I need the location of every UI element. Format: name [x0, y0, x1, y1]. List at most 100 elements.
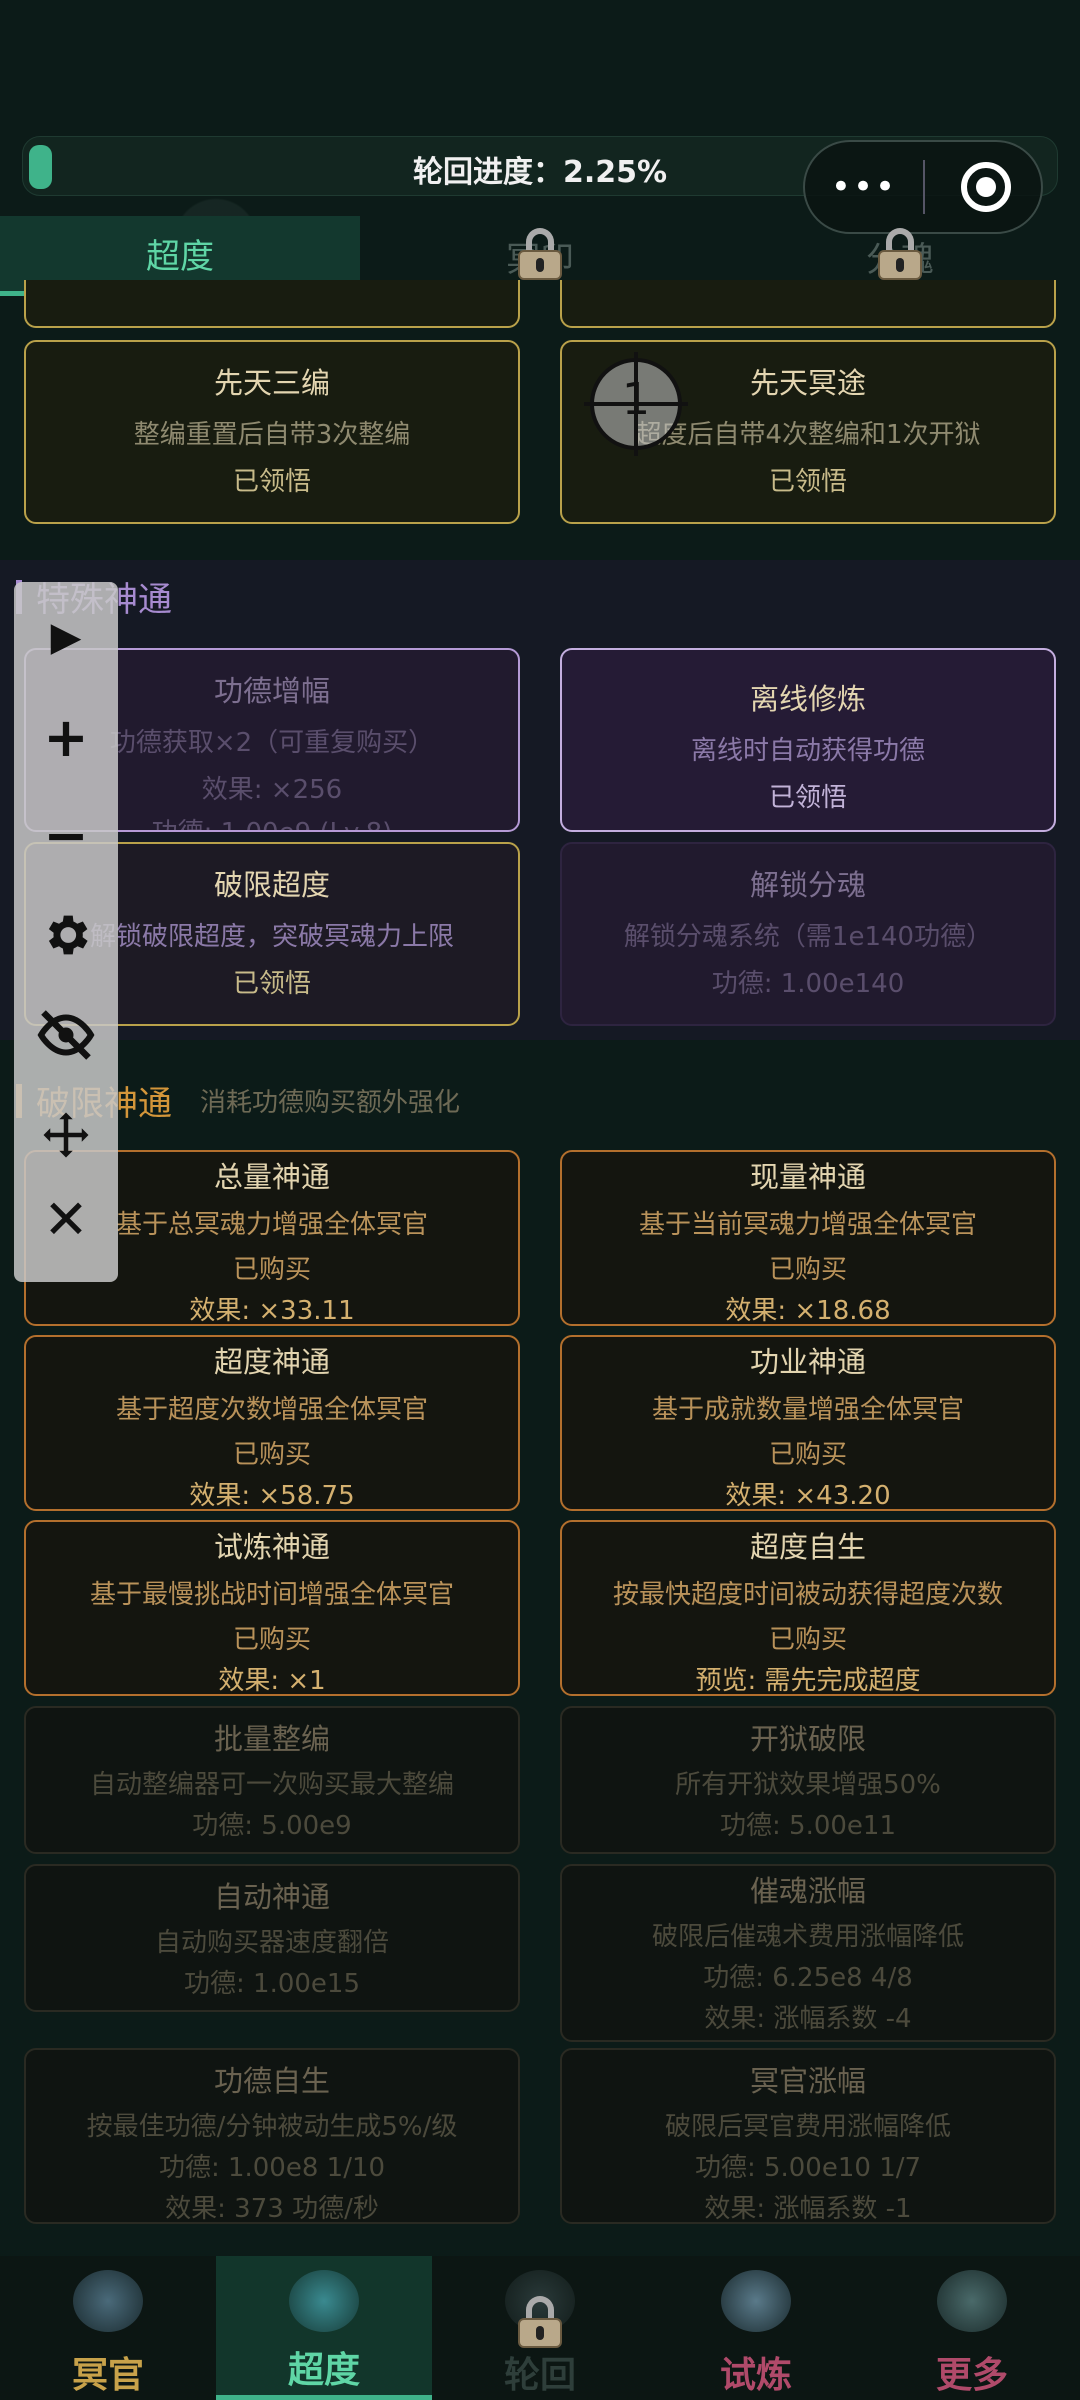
card-partial — [24, 280, 520, 328]
lock-icon — [878, 228, 922, 280]
nav-label: 更多 — [935, 2355, 1008, 2396]
card-desc: 解锁分魂系统（需1e140功德） — [623, 922, 993, 952]
card-desc: 按最佳功德/分钟被动生成5%/级 — [86, 2112, 458, 2142]
play-icon[interactable]: ▶ — [14, 602, 118, 672]
skill-card[interactable]: 自动神通 自动购买器速度翻倍 功德: 1.00e15 — [24, 1864, 520, 2012]
card-title: 解锁分魂 — [749, 868, 866, 902]
eye-off-icon[interactable] — [14, 1000, 118, 1070]
close-icon[interactable]: ✕ — [14, 1184, 118, 1254]
nav-mingguan[interactable]: 冥官 — [0, 2256, 216, 2400]
card-cost: 功德: 5.00e10 1/7 — [694, 2153, 922, 2183]
more-menu-button[interactable]: ••• — [805, 167, 923, 207]
card-effect: 效果: ×33.11 — [189, 1296, 355, 1326]
nav-label: 试炼 — [719, 2355, 792, 2396]
skill-card[interactable]: 功业神通 基于成就数量增强全体冥官 已购买 效果: ×43.20 — [560, 1335, 1056, 1511]
card-desc: 离线时自动获得功德 — [690, 736, 925, 766]
plus-glyph: + — [43, 705, 89, 769]
crosshair-number: 1 — [622, 374, 650, 425]
card-status: 已领悟 — [768, 783, 847, 813]
capsule-divider — [923, 160, 925, 214]
card-status: 已领悟 — [232, 467, 311, 497]
skill-card[interactable]: 冥官涨幅 破限后冥官费用涨幅降低 功德: 5.00e10 1/7 效果: 涨幅系… — [560, 2048, 1056, 2224]
lock-icon — [518, 228, 562, 280]
card-desc: 破限后催魂术费用涨幅降低 — [651, 1922, 964, 1952]
close-miniprogram-icon[interactable] — [961, 162, 1011, 212]
lock-icon — [518, 2296, 562, 2348]
skill-card[interactable]: 功德自生 按最佳功德/分钟被动生成5%/级 功德: 1.00e8 1/10 效果… — [24, 2048, 520, 2224]
skill-card[interactable]: 超度神通 基于超度次数增强全体冥官 已购买 效果: ×58.75 — [24, 1335, 520, 1511]
card-title: 自动神通 — [213, 1880, 330, 1914]
play-glyph: ▶ — [50, 614, 82, 660]
minus-glyph: − — [43, 803, 89, 867]
skill-card[interactable]: 催魂涨幅 破限后催魂术费用涨幅降低 功德: 6.25e8 4/8 效果: 涨幅系… — [560, 1864, 1056, 2042]
card-cost: 功德: 6.25e8 4/8 — [703, 1963, 913, 1993]
card-desc: 基于成就数量增强全体冥官 — [651, 1395, 964, 1425]
card-title: 功德自生 — [213, 2064, 330, 2098]
card-desc: 所有开狱效果增强50% — [675, 1770, 941, 1800]
card-effect: 效果: ×18.68 — [725, 1296, 891, 1326]
card-title: 冥官涨幅 — [749, 2064, 866, 2098]
card-desc: 破限后冥官费用涨幅降低 — [664, 2112, 951, 2142]
nav-chaodu[interactable]: 超度 — [216, 2256, 432, 2400]
skill-card[interactable]: 先天三编 整编重置后自带3次整编 已领悟 — [24, 340, 520, 524]
card-status: 已购买 — [768, 1255, 847, 1285]
card-desc: 自动购买器速度翻倍 — [154, 1928, 389, 1958]
card-effect: 效果: ×43.20 — [725, 1481, 891, 1511]
crosshair-marker[interactable]: 1 — [584, 352, 688, 456]
nav-more[interactable]: 更多 — [864, 2256, 1080, 2400]
skill-card[interactable]: 开狱破限 所有开狱效果增强50% 功德: 5.00e11 — [560, 1706, 1056, 1854]
skill-card[interactable]: 超度自生 按最快超度时间被动获得超度次数 已购买 预览: 需先完成超度 — [560, 1520, 1056, 1696]
nav-lunhui[interactable]: 轮回 — [432, 2256, 648, 2400]
card-status: 已购买 — [232, 1625, 311, 1655]
card-title: 超度神通 — [213, 1345, 330, 1379]
nav-shilian[interactable]: 试炼 — [648, 2256, 864, 2400]
card-effect: 效果: ×1 — [218, 1666, 326, 1696]
temple-icon — [289, 2270, 359, 2332]
card-title: 现量神通 — [749, 1160, 866, 1194]
card-cost: 功德: 1.00e15 — [184, 1969, 360, 1999]
card-desc: 基于最慢挑战时间增强全体冥官 — [89, 1580, 454, 1610]
nav-label: 超度 — [287, 2350, 360, 2391]
card-cost: 功德: 1.00e140 — [711, 969, 905, 999]
card-partial — [560, 280, 1056, 328]
card-title: 先天三编 — [213, 366, 330, 400]
card-cost: 功德: 5.00e11 — [720, 1811, 896, 1841]
skill-card[interactable]: 试炼神通 基于最慢挑战时间增强全体冥官 已购买 效果: ×1 — [24, 1520, 520, 1696]
card-title: 超度自生 — [749, 1530, 866, 1564]
card-desc: 自动整编器可一次购买最大整编 — [89, 1770, 454, 1800]
card-desc: 基于超度次数增强全体冥官 — [115, 1395, 428, 1425]
bottom-navigation: 冥官 超度 轮回 试炼 更多 — [0, 2256, 1080, 2400]
card-desc: 基于当前冥魂力增强全体冥官 — [638, 1210, 977, 1240]
skill-card[interactable]: 解锁分魂 解锁分魂系统（需1e140功德） 功德: 1.00e140 — [560, 842, 1056, 1026]
minus-icon[interactable]: − — [14, 800, 118, 870]
card-status: 已购买 — [232, 1440, 311, 1470]
nav-label: 冥官 — [71, 2355, 144, 2396]
card-effect: 效果: 373 功德/秒 — [165, 2194, 379, 2224]
skill-card[interactable]: 离线修炼 离线时自动获得功德 已领悟 — [560, 648, 1056, 832]
move-icon[interactable] — [14, 1100, 118, 1170]
card-effect: 预览: 需先完成超度 — [695, 1666, 921, 1696]
tab-label: 超度 — [146, 237, 214, 277]
spade-icon — [937, 2270, 1007, 2332]
card-desc: 整编重置后自带3次整编 — [133, 420, 411, 450]
skill-card[interactable]: 批量整编 自动整编器可一次购买最大整编 功德: 5.00e9 — [24, 1706, 520, 1854]
gear-icon[interactable] — [14, 900, 118, 970]
card-status: 已领悟 — [768, 467, 847, 497]
section-subtitle: 消耗功德购买额外强化 — [200, 1088, 461, 1118]
card-status: 已购买 — [768, 1440, 847, 1470]
card-cost: 功德: 5.00e9 — [192, 1811, 352, 1841]
card-title: 离线修炼 — [749, 682, 866, 716]
ghost-official-icon — [73, 2270, 143, 2332]
plus-icon[interactable]: + — [14, 702, 118, 772]
card-effect: 效果: 涨幅系数 -1 — [704, 2194, 912, 2224]
card-cost: 功德: 1.00e8 1/10 — [158, 2153, 386, 2183]
card-effect: 效果: 涨幅系数 -4 — [704, 2004, 912, 2034]
card-effect: 效果: ×58.75 — [189, 1481, 355, 1511]
skill-card[interactable]: 现量神通 基于当前冥魂力增强全体冥官 已购买 效果: ×18.68 — [560, 1150, 1056, 1326]
flame-icon — [721, 2270, 791, 2332]
card-title: 开狱破限 — [749, 1722, 866, 1756]
card-status: 已购买 — [768, 1625, 847, 1655]
card-title: 功业神通 — [749, 1345, 866, 1379]
nav-label: 轮回 — [503, 2355, 576, 2396]
card-title: 催魂涨幅 — [749, 1874, 866, 1908]
